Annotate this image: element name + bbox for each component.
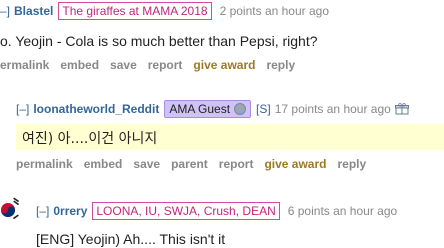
save-button[interactable]: save <box>133 157 160 171</box>
comment2-actions: permalink embed save parent report give … <box>16 157 377 171</box>
embed-button[interactable]: embed <box>60 58 99 72</box>
comment2-meta: 17 points an hour ago <box>274 102 391 116</box>
report-button[interactable]: report <box>148 58 183 72</box>
give-award-button[interactable]: give award <box>193 58 255 72</box>
comment1-tagline: –] Blastel The giraffes at MAMA 2018 2 p… <box>0 2 329 20</box>
comment2-flair-label: AMA Guest <box>169 102 231 116</box>
parent-button[interactable]: parent <box>171 157 208 171</box>
comment1-actions: ermalink embed save report give award re… <box>0 58 306 72</box>
comment2-author[interactable]: loonatheworld_Reddit <box>33 102 159 116</box>
comment1-author[interactable]: Blastel <box>14 4 53 18</box>
reply-button[interactable]: reply <box>266 58 295 72</box>
submitter-tag[interactable]: [S] <box>256 102 271 116</box>
comment1-flair: The giraffes at MAMA 2018 <box>58 2 212 20</box>
reply-button[interactable]: reply <box>337 157 366 171</box>
korean-flag-icon <box>1 197 20 220</box>
give-award-button[interactable]: give award <box>264 157 326 171</box>
comment2-tagline: [–] loonatheworld_Reddit AMA Guest [S] 1… <box>16 100 409 118</box>
ama-avatar-icon <box>234 103 247 115</box>
comment2-body: 여진) 아....이건 아니지 <box>22 131 158 147</box>
comment3-author[interactable]: 0rrery <box>53 204 87 218</box>
collapse-toggle[interactable]: [–] <box>16 102 29 116</box>
report-button[interactable]: report <box>219 157 254 171</box>
comment3-flair: LOONA, IU, SWJA, Crush, DEAN <box>92 202 280 220</box>
comment3-meta: 6 points an hour ago <box>287 204 398 218</box>
comment1-meta: 2 points an hour ago <box>219 4 329 18</box>
comment2-flair: AMA Guest <box>164 100 252 118</box>
permalink-button[interactable]: ermalink <box>0 58 49 72</box>
gilded-icon <box>394 103 409 115</box>
comment3-tagline: [–] 0rrery LOONA, IU, SWJA, Crush, DEAN … <box>36 202 397 220</box>
save-button[interactable]: save <box>110 58 137 72</box>
permalink-button[interactable]: permalink <box>16 157 73 171</box>
embed-button[interactable]: embed <box>84 157 123 171</box>
comment3-body: [ENG] Yeojin) Ah.... This isn't it <box>36 231 226 247</box>
comment1-body: o. Yeojin - Cola is so much better than … <box>0 33 318 49</box>
collapse-toggle[interactable]: [–] <box>36 204 49 218</box>
collapse-toggle[interactable]: –] <box>0 4 10 18</box>
